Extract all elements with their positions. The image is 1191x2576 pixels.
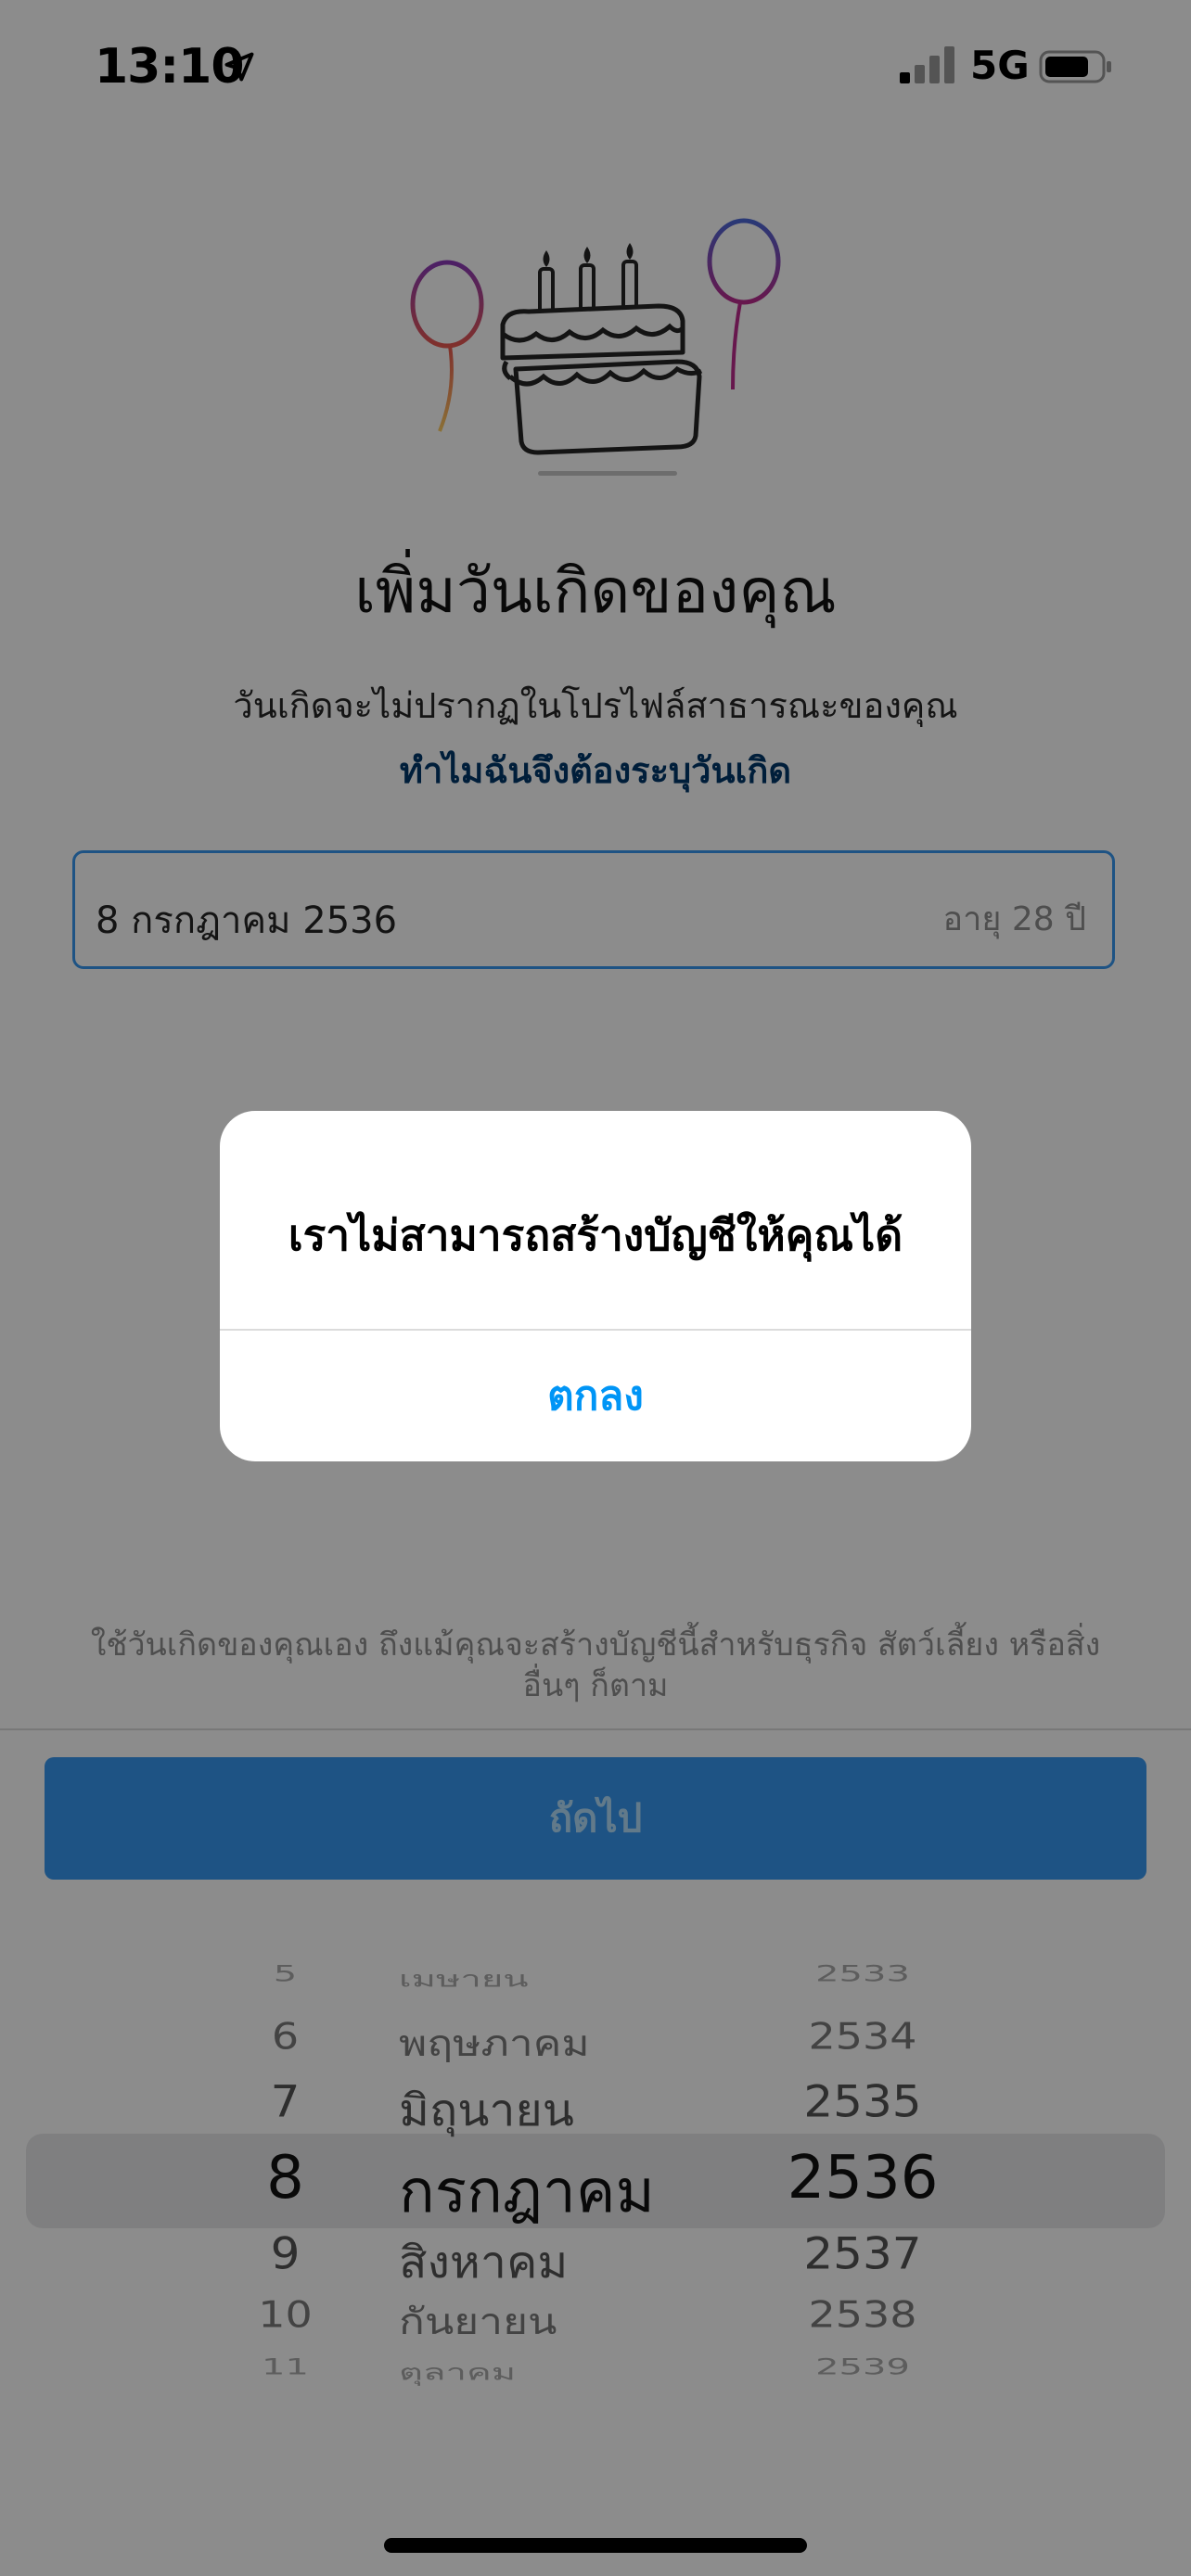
alert-dialog: เราไม่สามารถสร้างบัญชีให้คุณได้ ตกลง [220, 1111, 971, 1461]
alert-ok-button[interactable]: ตกลง [220, 1331, 971, 1461]
alert-title: เราไม่สามารถสร้างบัญชีให้คุณได้ [288, 1210, 903, 1260]
home-indicator [384, 2538, 807, 2553]
